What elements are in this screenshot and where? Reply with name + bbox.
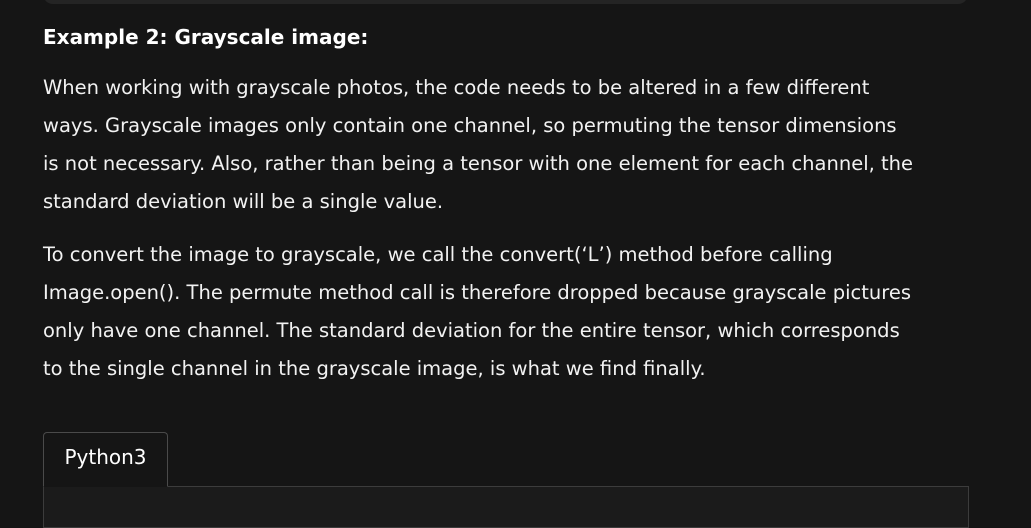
code-panel [43,486,969,528]
paragraph-line: To convert the image to grayscale, we ca… [43,243,833,266]
paragraph-line: is not necessary. Also, rather than bein… [43,152,914,175]
paragraph-line: only have one channel. The standard devi… [43,319,900,342]
tab-python3[interactable]: Python3 [43,432,168,487]
previous-code-block-bottom [43,0,968,4]
paragraph-grayscale-intro: When working with grayscale photos, the … [43,69,983,221]
section-heading: Example 2: Grayscale image: [43,25,369,49]
paragraph-line: Image.open(). The permute method call is… [43,281,911,304]
paragraph-line: ways. Grayscale images only contain one … [43,114,897,137]
paragraph-line: to the single channel in the grayscale i… [43,357,706,380]
paragraph-line: When working with grayscale photos, the … [43,76,870,99]
tab-label: Python3 [64,445,147,469]
paragraph-grayscale-conversion: To convert the image to grayscale, we ca… [43,236,983,388]
paragraph-line: standard deviation will be a single valu… [43,190,444,213]
